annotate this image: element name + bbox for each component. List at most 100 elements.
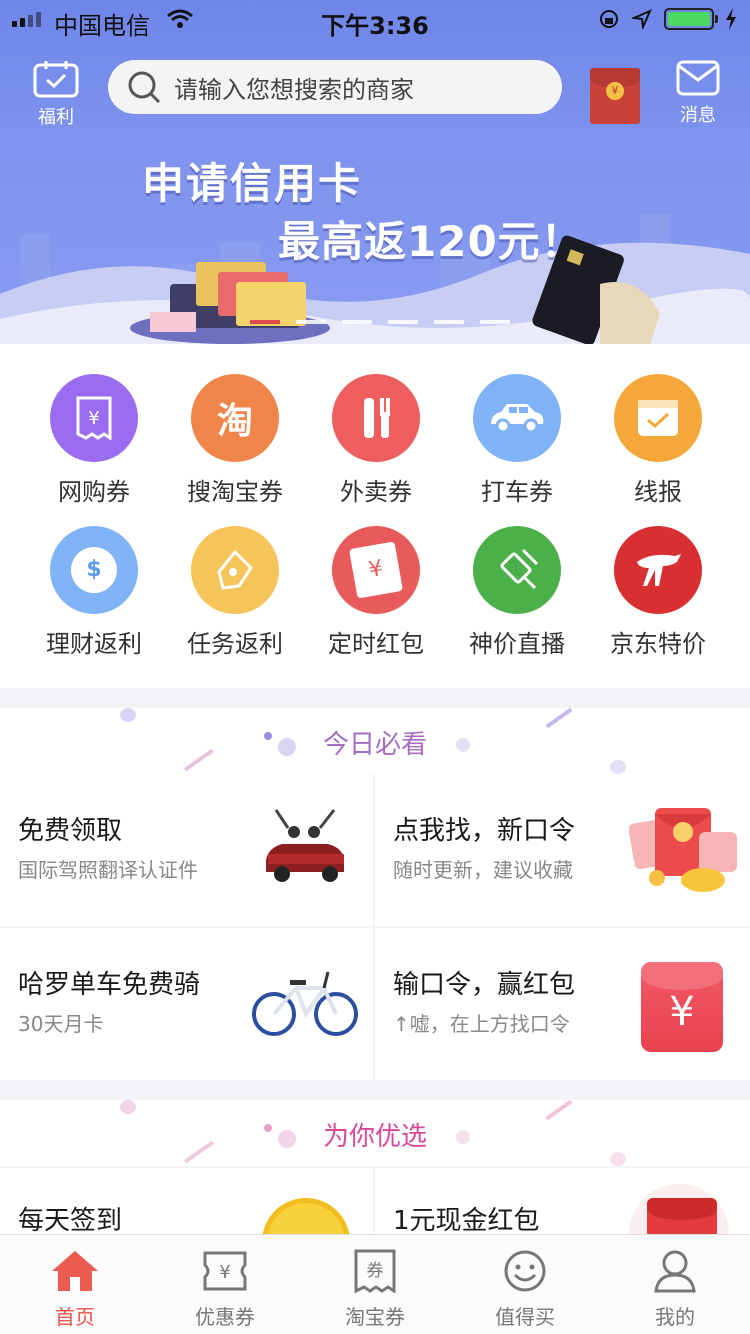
grid-item-live-deals[interactable]: 神价直播 (447, 526, 587, 659)
search-input[interactable]: 请输入您想搜索的商家 (174, 70, 414, 105)
red-envelope-glyph: ¥ (349, 541, 403, 599)
charging-icon (726, 8, 736, 30)
battery-icon (664, 8, 718, 30)
grid-item-taobao-coupon[interactable]: 淘 搜淘宝券 (165, 374, 305, 507)
grid-item-label: 线报 (634, 478, 682, 506)
tab-label: 值得买 (495, 1305, 555, 1329)
section-picks-header: 为你优选 (0, 1099, 750, 1166)
svg-text:券: 券 (367, 1261, 384, 1281)
tab-label: 淘宝券 (345, 1305, 405, 1329)
banner-pagination (250, 320, 510, 324)
grid-item-label: 理财返利 (46, 630, 142, 658)
grid-item-online-coupon[interactable]: ¥ 网购券 (24, 374, 164, 507)
card-subtitle: ↑嘘，在上方找口令 (393, 1012, 570, 1036)
car-image (266, 809, 344, 882)
coupon-icon: ¥ (203, 1251, 247, 1291)
grid-item-label: 神价直播 (469, 630, 565, 658)
grid-item-label: 任务返利 (187, 630, 283, 658)
tab-label: 首页 (55, 1305, 95, 1329)
bottom-tab-bar: 首页 ¥ 优惠券 券 淘宝券 值得买 我的 (0, 1234, 750, 1334)
card-hello-bike[interactable]: 哈罗单车免费骑 30天月卡 (0, 928, 373, 1080)
card-title: 点我找，新口令 (393, 816, 576, 846)
grid-item-deals[interactable]: 线报 (588, 374, 728, 507)
bicycle-image (252, 971, 358, 1036)
dollar-icon: $ (50, 526, 138, 614)
card-cash-red-packet[interactable]: 1元现金红包 (375, 1168, 750, 1234)
grid-item-taxi-coupon[interactable]: 打车券 (447, 374, 587, 507)
red-envelope-image (629, 1184, 729, 1234)
card-new-password[interactable]: 点我找，新口令 随时更新，建议收藏 (375, 774, 750, 926)
section-today-title: 今日必看 (0, 724, 750, 761)
user-icon (654, 1250, 696, 1293)
card-subtitle: 随时更新，建议收藏 (393, 858, 573, 882)
envelope-flap (641, 962, 723, 990)
rotation-lock-icon (600, 10, 618, 28)
status-bar: 中国电信 下午3:36 (0, 0, 750, 40)
red-envelope-icon: ¥ (332, 526, 420, 614)
svg-text:¥: ¥ (88, 408, 99, 429)
tab-coupons[interactable]: ¥ 优惠券 (150, 1249, 300, 1330)
grid-item-label: 搜淘宝券 (187, 478, 283, 506)
red-envelope-image (629, 808, 737, 892)
grid-item-label: 打车券 (481, 478, 553, 506)
grid-item-label: 网购券 (58, 478, 130, 506)
taobao-coupon-icon: 券 (354, 1249, 396, 1294)
calendar-check-icon (614, 374, 702, 462)
welfare-button[interactable]: 福利 (30, 60, 82, 129)
promo-banner[interactable]: 申请信用卡 最高返120元！ (0, 134, 750, 344)
card-title: 哈罗单车免费骑 (18, 970, 201, 1000)
dollar-glyph: $ (71, 547, 117, 593)
jd-dog-icon (614, 526, 702, 614)
grid-item-timed-red-packet[interactable]: ¥ 定时红包 (306, 526, 446, 659)
grid-item-takeout-coupon[interactable]: 外卖券 (306, 374, 446, 507)
smile-icon (504, 1250, 546, 1292)
home-icon (52, 1251, 98, 1291)
taobao-icon: 淘 (191, 374, 279, 462)
gold-coin-image (262, 1198, 350, 1234)
calendar-check-icon (33, 61, 79, 98)
card-subtitle: 30天月卡 (18, 1012, 104, 1036)
pagination-dot[interactable] (388, 320, 418, 324)
grid-item-task-rebate[interactable]: 任务返利 (165, 526, 305, 659)
red-packet-button[interactable]: ¥ (590, 68, 640, 124)
grid-item-label: 外卖券 (340, 478, 412, 506)
fork-knife-icon (332, 374, 420, 462)
tab-label: 优惠券 (195, 1305, 255, 1329)
tab-worth-buying[interactable]: 值得买 (450, 1249, 600, 1330)
card-free-license[interactable]: 免费领取 国际驾照翻译认证件 (0, 774, 373, 926)
car-icon (473, 374, 561, 462)
pagination-dot[interactable] (296, 320, 326, 324)
red-packet-coin: ¥ (606, 82, 624, 100)
tab-profile[interactable]: 我的 (600, 1249, 750, 1330)
search-bar[interactable]: 请输入您想搜索的商家 (108, 60, 562, 114)
pen-icon (191, 526, 279, 614)
welfare-label: 福利 (38, 107, 74, 128)
section-today-header: 今日必看 (0, 707, 750, 774)
message-button[interactable]: 消息 (674, 60, 722, 127)
location-icon (632, 9, 652, 29)
tab-label: 我的 (655, 1305, 695, 1329)
message-label: 消息 (680, 105, 716, 126)
card-daily-checkin[interactable]: 每天签到 (0, 1168, 373, 1234)
section-picks-title: 为你优选 (0, 1116, 750, 1153)
grid-item-label: 定时红包 (328, 630, 424, 658)
banner-title: 申请信用卡 (142, 159, 363, 208)
card-title: 免费领取 (18, 816, 123, 846)
pagination-dot[interactable] (250, 320, 280, 324)
taobao-glyph: 淘 (216, 401, 253, 442)
card-title: 每天签到 (18, 1206, 123, 1234)
tab-taobao-coupons[interactable]: 券 淘宝券 (300, 1249, 450, 1330)
pagination-dot[interactable] (342, 320, 372, 324)
card-enter-password[interactable]: 输口令，赢红包 ↑嘘，在上方找口令 ¥ (375, 928, 750, 1080)
card-title: 输口令，赢红包 (393, 970, 576, 1000)
pagination-dot[interactable] (480, 320, 510, 324)
hammer-icon (473, 526, 561, 614)
receipt-icon: ¥ (50, 374, 138, 462)
tab-home[interactable]: 首页 (0, 1249, 150, 1330)
card-title: 1元现金红包 (393, 1206, 540, 1234)
search-icon (128, 71, 161, 104)
grid-item-jd-specials[interactable]: 京东特价 (588, 526, 728, 659)
svg-text:¥: ¥ (219, 1262, 230, 1283)
pagination-dot[interactable] (434, 320, 464, 324)
grid-item-finance-rebate[interactable]: $ 理财返利 (24, 526, 164, 659)
